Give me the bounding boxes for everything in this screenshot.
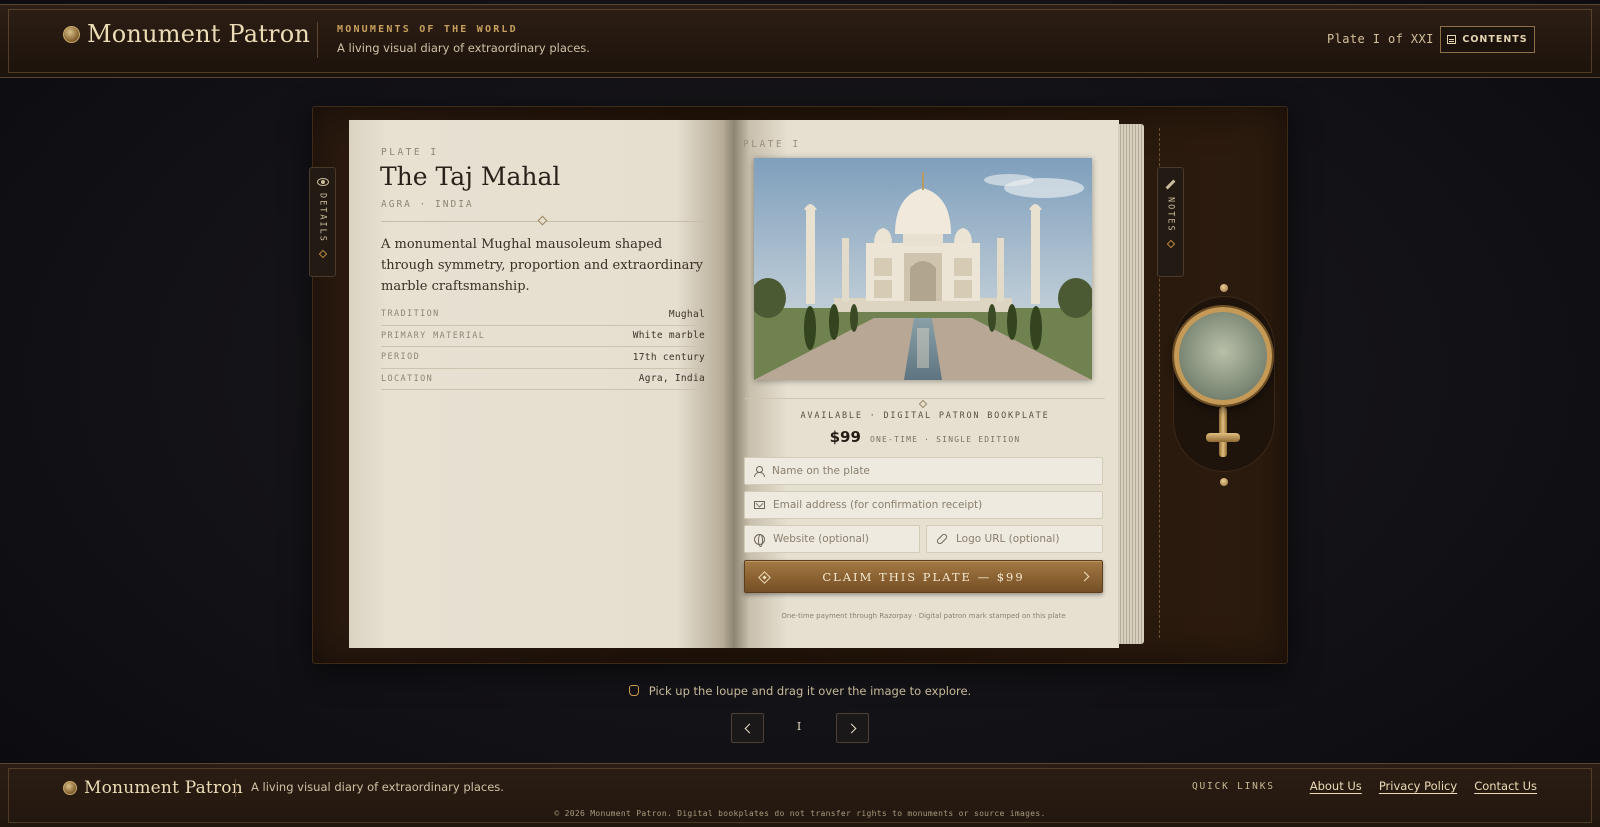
plate-description: A monumental Mughal mausoleum shaped thr… (381, 237, 703, 294)
footer-brand-name: Monument Patron (84, 778, 243, 798)
price-note: ONE-TIME · SINGLE EDITION (869, 435, 1021, 444)
globe-icon (754, 533, 765, 547)
taj-mahal-illustration (754, 158, 1092, 380)
footer-brand[interactable]: Monument Patron (63, 778, 243, 798)
fact-row: LOCATION Agra, India (381, 369, 705, 390)
page-stack-edge (1118, 124, 1144, 644)
diamond-icon (758, 571, 771, 584)
plate-counter: Plate I of XXI (1327, 32, 1434, 46)
contents-button[interactable]: CONTENTS (1440, 26, 1535, 53)
fact-key: PRIMARY MATERIAL (381, 330, 486, 341)
logo-url-input[interactable] (956, 533, 1102, 545)
fact-row: PERIOD 17th century (381, 347, 705, 369)
dock-pin-icon (1220, 284, 1228, 292)
header-tagline: A living visual diary of extraordinary p… (337, 41, 590, 55)
previous-plate-button[interactable] (731, 713, 764, 743)
fact-row: TRADITION Mughal (381, 304, 705, 326)
claim-button-label: CLAIM THIS PLATE — $99 (822, 569, 1025, 584)
fact-row: PRIMARY MATERIAL White marble (381, 326, 705, 347)
fact-value: 17th century (632, 351, 705, 363)
email-field[interactable] (744, 491, 1103, 519)
details-tab[interactable]: DETAILS (309, 167, 336, 277)
email-input[interactable] (773, 499, 1102, 511)
pencil-icon (1165, 179, 1176, 190)
notes-tab[interactable]: NOTES (1157, 167, 1184, 277)
monument-photo[interactable] (754, 158, 1092, 380)
claim-plate-button[interactable]: CLAIM THIS PLATE — $99 (744, 560, 1103, 593)
website-input[interactable] (773, 533, 919, 545)
name-field[interactable] (744, 457, 1103, 485)
link-icon (935, 532, 949, 546)
footer-divider (235, 779, 236, 797)
fact-value: Mughal (668, 308, 705, 320)
diamond-icon (1166, 239, 1175, 248)
contents-label: CONTENTS (1462, 34, 1528, 45)
details-tab-label: DETAILS (317, 193, 328, 243)
facts-table: TRADITION Mughal PRIMARY MATERIAL White … (381, 304, 705, 390)
copyright-notice: © 2026 Monument Patron. Digital bookplat… (554, 809, 1046, 818)
about-us-link[interactable]: About Us (1310, 779, 1362, 793)
site-footer: Monument Patron A living visual diary of… (0, 763, 1600, 827)
magnifier-loupe-icon[interactable] (1174, 307, 1272, 405)
chevron-right-icon (1079, 571, 1090, 582)
notes-tab-label: NOTES (1165, 197, 1176, 233)
dock-pin-icon (1220, 478, 1228, 486)
fact-value: Agra, India (638, 373, 705, 385)
header-divider (317, 22, 318, 58)
footer-quick-links: QUICK LINKS About Us Privacy Policy Cont… (1192, 779, 1537, 793)
availability-label: AVAILABLE · DIGITAL PATRON BOOKPLATE (800, 411, 1050, 421)
price-value: $99 (829, 428, 861, 446)
chevron-left-icon (744, 723, 755, 734)
diamond-icon (318, 249, 327, 259)
contents-icon (1447, 35, 1457, 44)
brand-name: Monument Patron (87, 20, 311, 48)
quick-links-label: QUICK LINKS (1192, 780, 1275, 792)
mail-icon (754, 501, 765, 509)
loupe-handle[interactable] (1219, 407, 1227, 457)
chevron-right-icon (846, 723, 857, 734)
fact-key: LOCATION (381, 373, 434, 384)
brand-seal-icon (63, 25, 80, 43)
image-plate-kicker: PLATE I (743, 139, 801, 150)
loupe-crossbar[interactable] (1206, 433, 1240, 442)
purchase-divider (745, 398, 1105, 399)
eye-icon (316, 178, 329, 186)
loupe-hint: Pick up the loupe and drag it over the i… (0, 684, 1600, 698)
hand-pointer-icon (628, 685, 639, 696)
name-input[interactable] (772, 465, 1102, 477)
payment-fineprint: One-time payment through Razorpay · Digi… (781, 612, 1066, 620)
plate-title: The Taj Mahal (380, 162, 561, 191)
next-plate-button[interactable] (836, 713, 869, 743)
plate-kicker: PLATE I (381, 147, 439, 158)
price-row: $99 ONE-TIME · SINGLE EDITION (745, 427, 1105, 446)
plate-location: AGRA · INDIA (381, 199, 474, 210)
website-field[interactable] (744, 525, 920, 553)
header-kicker: MONUMENTS OF THE WORLD (337, 24, 518, 35)
brand-seal-icon (63, 781, 77, 795)
brand-logo[interactable]: Monument Patron (63, 20, 310, 48)
fact-key: PERIOD (381, 352, 421, 363)
fact-value: White marble (632, 330, 705, 342)
current-page-number: I (796, 720, 802, 733)
footer-tagline: A living visual diary of extraordinary p… (251, 780, 504, 794)
privacy-policy-link[interactable]: Privacy Policy (1379, 779, 1457, 793)
contact-us-link[interactable]: Contact Us (1474, 779, 1537, 793)
hint-text: Pick up the loupe and drag it over the i… (648, 684, 972, 698)
person-icon (754, 465, 765, 477)
fact-key: TRADITION (381, 309, 440, 320)
logo-url-field[interactable] (926, 525, 1103, 553)
